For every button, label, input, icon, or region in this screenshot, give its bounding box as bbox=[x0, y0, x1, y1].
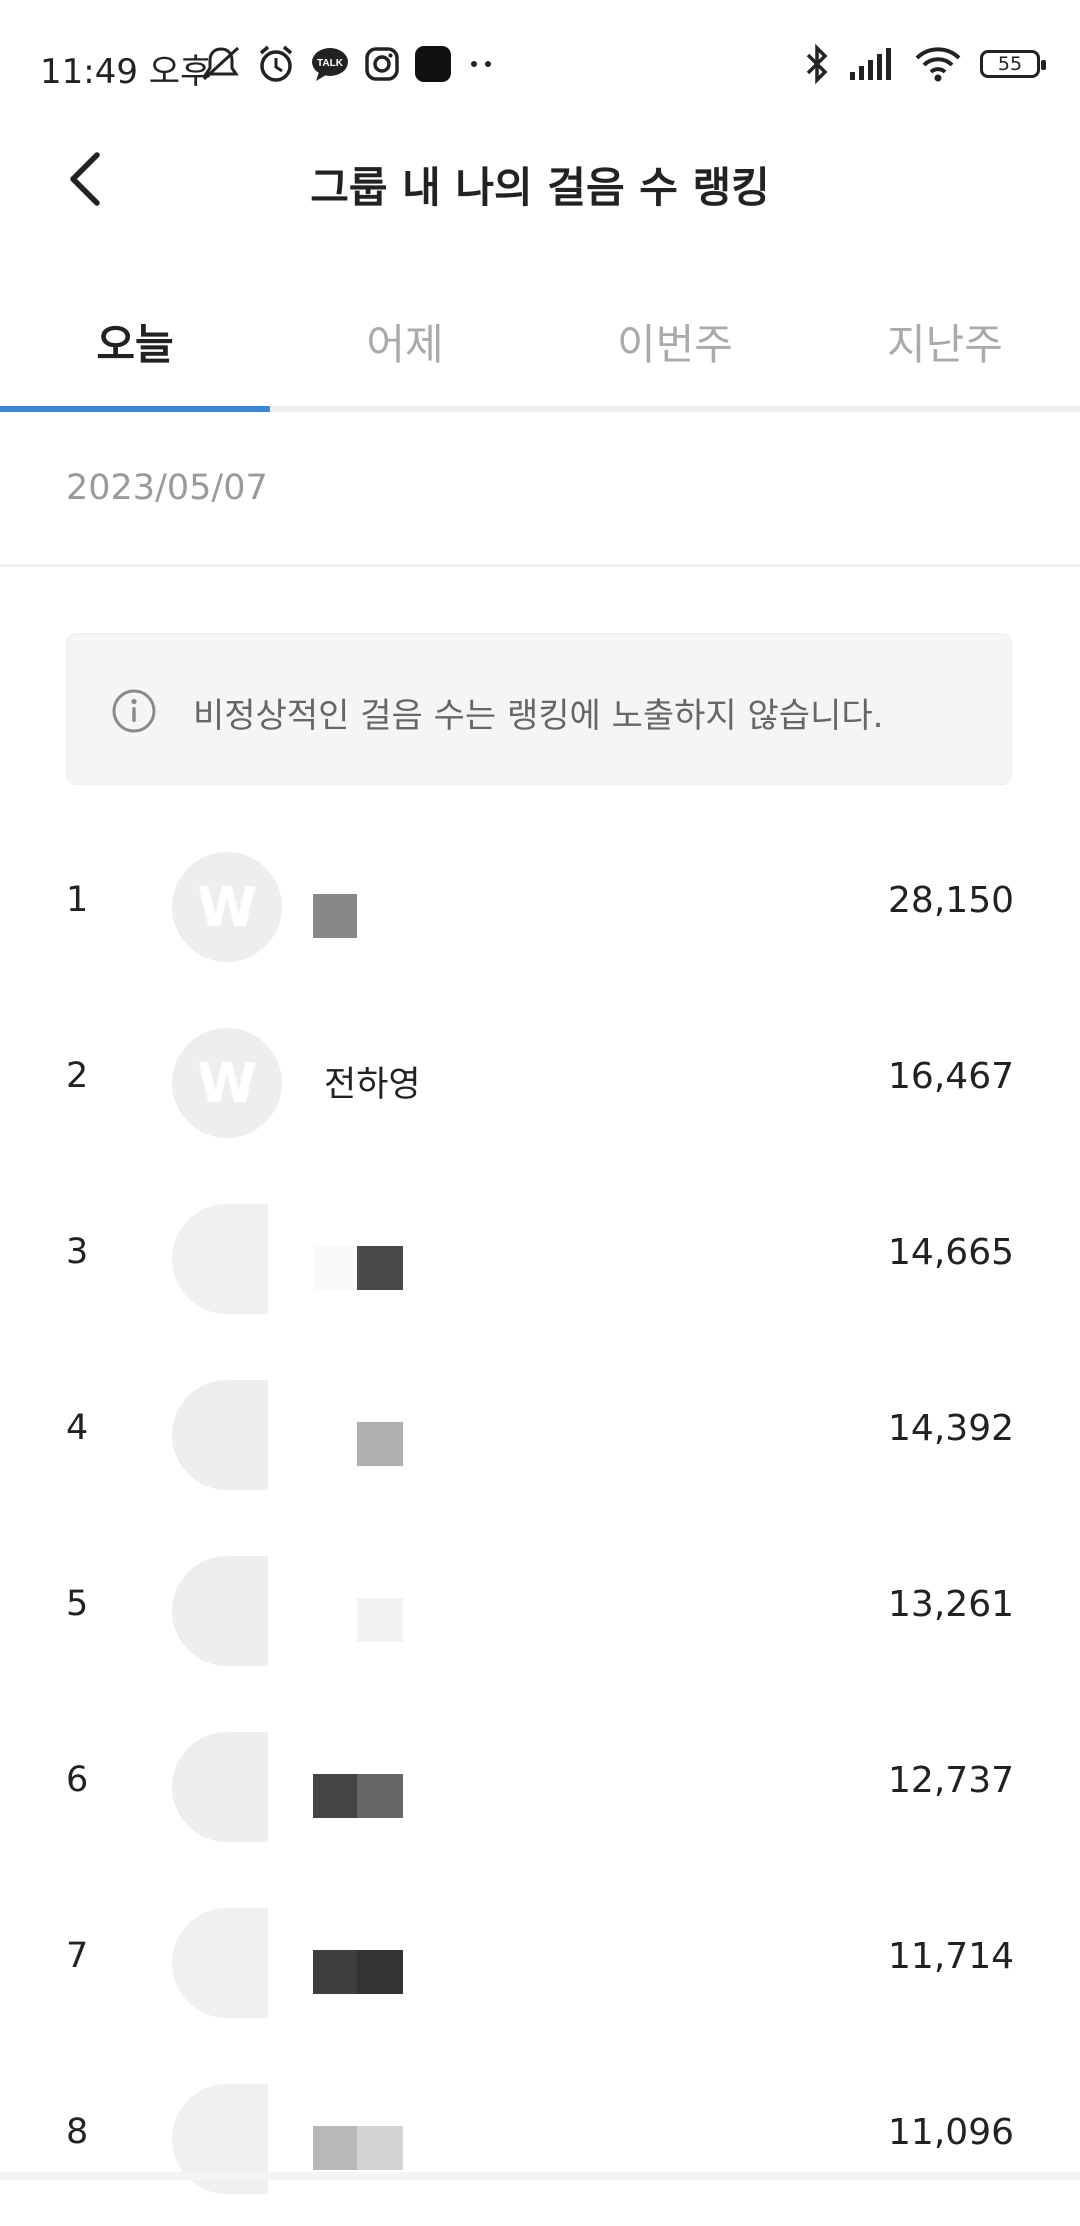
notice-text: 비정상적인 걸음 수는 랭킹에 노출하지 않습니다. bbox=[193, 696, 884, 736]
system-icons: 55 bbox=[804, 42, 1046, 86]
step-count: 11,714 bbox=[888, 1936, 1014, 1977]
bottom-edge bbox=[0, 2172, 1080, 2180]
battery-level: 55 bbox=[997, 53, 1023, 75]
blurred-name bbox=[357, 1950, 403, 1994]
rank-number: 8 bbox=[66, 2112, 89, 2152]
info-icon bbox=[112, 689, 156, 733]
tab-yesterday[interactable]: 어제 bbox=[270, 276, 540, 406]
status-time: 11:49 오후 bbox=[40, 52, 212, 92]
avatar: W bbox=[172, 852, 282, 962]
status-bar: 11:49 오후 TALK 55 bbox=[0, 0, 1080, 130]
step-count: 28,150 bbox=[888, 880, 1014, 921]
ranking-row[interactable]: 1 W 28,150 bbox=[0, 818, 1080, 994]
avatar bbox=[172, 1908, 268, 2018]
ranking-row[interactable]: 4 14,392 bbox=[0, 1346, 1080, 1522]
page-title: 그룹 내 나의 걸음 수 랭킹 bbox=[310, 163, 770, 212]
step-count: 12,737 bbox=[888, 1760, 1014, 1801]
ranking-date: 2023/05/07 bbox=[66, 468, 268, 508]
step-count: 14,392 bbox=[888, 1408, 1014, 1449]
ranking-row[interactable]: 5 13,261 bbox=[0, 1522, 1080, 1698]
ranking-row[interactable]: 8 11,096 bbox=[0, 2050, 1080, 2226]
notification-icons: TALK bbox=[200, 42, 496, 86]
blurred-name bbox=[357, 1246, 403, 1290]
app-icon bbox=[415, 46, 451, 82]
blurred-name bbox=[313, 1774, 357, 1818]
battery-icon: 55 bbox=[980, 50, 1046, 78]
rank-number: 6 bbox=[66, 1760, 89, 1800]
tab-today[interactable]: 오늘 bbox=[0, 276, 270, 406]
step-count: 11,096 bbox=[888, 2112, 1014, 2153]
rank-number: 5 bbox=[66, 1584, 89, 1624]
more-dots-icon bbox=[471, 61, 491, 67]
app-header: 그룹 내 나의 걸음 수 랭킹 bbox=[0, 130, 1080, 230]
rank-number: 2 bbox=[66, 1056, 89, 1096]
rank-number: 3 bbox=[66, 1232, 89, 1272]
avatar bbox=[172, 1732, 268, 1842]
blurred-name bbox=[313, 1246, 357, 1290]
section-divider bbox=[0, 564, 1080, 567]
bluetooth-icon bbox=[806, 44, 828, 84]
rank-number: 1 bbox=[66, 880, 89, 920]
blurred-name bbox=[313, 894, 357, 938]
instagram-icon bbox=[365, 47, 399, 81]
avatar bbox=[172, 1380, 268, 1490]
tab-active-indicator bbox=[0, 406, 270, 412]
step-count: 16,467 bbox=[888, 1056, 1014, 1097]
notice-box: 비정상적인 걸음 수는 랭킹에 노출하지 않습니다. bbox=[66, 633, 1012, 785]
step-count: 13,261 bbox=[888, 1584, 1014, 1625]
tab-last-week[interactable]: 지난주 bbox=[810, 276, 1080, 406]
alarm-icon bbox=[259, 45, 293, 82]
blurred-name bbox=[313, 2126, 357, 2170]
blurred-name bbox=[313, 1950, 357, 1994]
step-count: 14,665 bbox=[888, 1232, 1014, 1273]
rank-number: 4 bbox=[66, 1408, 89, 1448]
kakaotalk-icon: TALK bbox=[312, 48, 348, 81]
mute-icon bbox=[202, 46, 240, 81]
ranking-row[interactable]: 2 W 전하영 16,467 bbox=[0, 994, 1080, 1170]
blurred-name bbox=[357, 1422, 403, 1466]
avatar: W bbox=[172, 1028, 282, 1138]
tab-this-week[interactable]: 이번주 bbox=[540, 276, 810, 406]
avatar bbox=[172, 1556, 268, 1666]
blurred-name bbox=[357, 2126, 403, 2170]
period-tabs: 오늘 어제 이번주 지난주 bbox=[0, 276, 1080, 412]
ranking-row[interactable]: 7 11,714 bbox=[0, 1874, 1080, 2050]
ranking-row[interactable]: 3 14,665 bbox=[0, 1170, 1080, 1346]
avatar bbox=[172, 1204, 268, 1314]
blurred-name bbox=[357, 1774, 403, 1818]
svg-text:TALK: TALK bbox=[317, 58, 344, 69]
member-name: 전하영 bbox=[324, 1065, 421, 1105]
wifi-icon bbox=[915, 47, 961, 82]
signal-icon bbox=[850, 48, 891, 80]
ranking-row[interactable]: 6 12,737 bbox=[0, 1698, 1080, 1874]
blurred-name bbox=[357, 1598, 403, 1642]
rank-number: 7 bbox=[66, 1936, 89, 1976]
